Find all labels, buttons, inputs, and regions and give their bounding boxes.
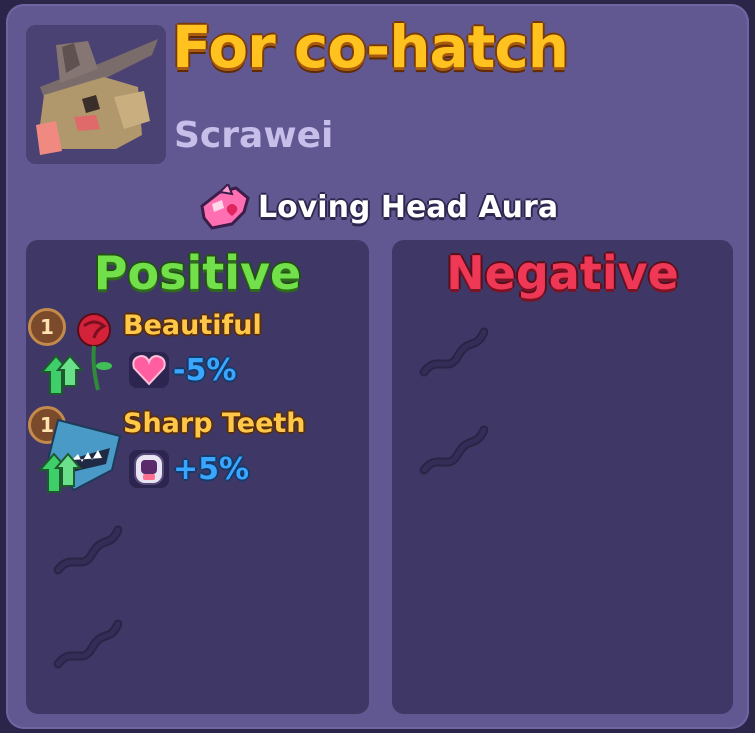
loving-head-aura-icon bbox=[200, 184, 250, 230]
trait-name: Sharp Teeth bbox=[123, 408, 306, 439]
cowboy-pet-icon bbox=[26, 25, 166, 164]
positive-traits-column: Positive 1 Beautiful -5% 1 Sharp Teeth +… bbox=[26, 240, 369, 714]
empty-trait-slot-dna-icon bbox=[419, 327, 488, 377]
aura-row: Loving Head Aura bbox=[198, 180, 558, 236]
owner-name: Scrawei bbox=[174, 115, 334, 156]
trait-sharp-teeth[interactable]: 1 Sharp Teeth +5% bbox=[26, 406, 369, 496]
aura-label: Loving Head Aura bbox=[258, 190, 559, 225]
trait-name: Beautiful bbox=[123, 310, 262, 341]
heart-gem-icon bbox=[129, 352, 169, 388]
trait-beautiful[interactable]: 1 Beautiful -5% bbox=[26, 308, 369, 398]
empty-trait-slot-dna-icon bbox=[53, 619, 122, 669]
negative-header: Negative bbox=[446, 246, 679, 300]
rose-icon bbox=[39, 313, 112, 395]
shark-teeth-icon bbox=[38, 418, 122, 493]
bite-icon bbox=[129, 450, 169, 488]
positive-header: Positive bbox=[93, 246, 302, 300]
empty-trait-slot-dna-icon bbox=[53, 525, 122, 575]
pet-info-panel: For co-hatch Scrawei Loving Head Aura Po… bbox=[6, 4, 749, 729]
negative-traits-column: Negative bbox=[392, 240, 733, 714]
pet-avatar bbox=[26, 25, 166, 164]
pet-name-title: For co-hatch bbox=[172, 13, 569, 81]
trait-stat: +5% bbox=[129, 450, 249, 488]
trait-stat-value: -5% bbox=[173, 352, 237, 388]
empty-trait-slot-dna-icon bbox=[419, 425, 488, 475]
trait-stat: -5% bbox=[129, 352, 236, 388]
trait-stat-value: +5% bbox=[173, 451, 250, 487]
